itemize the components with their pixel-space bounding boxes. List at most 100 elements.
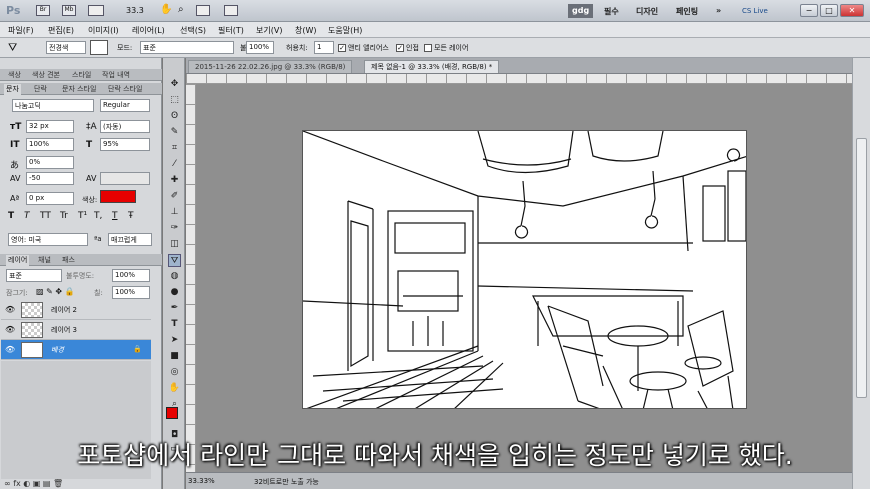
strikethrough-button[interactable]: Ŧ — [128, 211, 134, 221]
workspace-painting[interactable]: 페인팅 — [672, 4, 702, 18]
layer-name[interactable]: 배경 — [51, 345, 64, 355]
tab-layers[interactable]: 레이어 — [6, 255, 30, 266]
eyedropper-icon[interactable]: ⁄ — [168, 158, 181, 171]
tab-character[interactable]: 문자 — [4, 84, 21, 95]
maximize-button[interactable]: □ — [820, 4, 838, 17]
bridge-icon[interactable]: Br — [36, 5, 50, 16]
blend-mode-select[interactable]: 표준 — [6, 269, 62, 282]
status-zoom[interactable]: 33.33% — [188, 477, 215, 485]
all-layers-checkbox[interactable] — [424, 44, 432, 52]
eraser-icon[interactable]: ◫ — [168, 238, 181, 251]
view-extras-icon[interactable] — [88, 5, 104, 16]
move-tool-icon[interactable]: ✥ — [168, 78, 181, 91]
layer-row[interactable]: 👁 레이어 3 — [1, 320, 151, 340]
font-family-select[interactable]: 나눔고딕 — [12, 99, 94, 112]
baseline-input[interactable]: 0 px — [26, 192, 74, 205]
tab-swatches[interactable]: 색상 견본 — [30, 70, 62, 81]
fill-source-select[interactable]: 전경색 — [46, 41, 86, 54]
marquee-tool-icon[interactable]: ⬚ — [168, 94, 181, 107]
small-caps-button[interactable]: Tr — [60, 211, 68, 221]
lock-icons[interactable]: ▨ ✎ ✥ 🔒 — [36, 287, 75, 296]
menu-select[interactable]: 선택(S) — [180, 25, 206, 36]
tolerance-input[interactable]: 1 — [314, 41, 334, 54]
kerning-input[interactable] — [100, 172, 150, 185]
zoom-level[interactable]: 33.3 — [126, 6, 144, 15]
menu-help[interactable]: 도움말(H) — [328, 25, 362, 36]
hand-tool-icon[interactable]: ✋ — [168, 382, 181, 395]
all-caps-button[interactable]: TT — [40, 211, 51, 221]
clone-stamp-icon[interactable]: ⊥ — [168, 206, 181, 219]
workspace-design[interactable]: 디자인 — [632, 4, 662, 18]
arrange-docs-icon[interactable] — [196, 5, 210, 16]
layer-row[interactable]: 👁 레이어 2 — [1, 300, 151, 320]
shape-tool-icon[interactable]: ■ — [168, 350, 181, 363]
font-size-input[interactable]: 32 px — [26, 120, 74, 133]
menu-view[interactable]: 보기(V) — [256, 25, 282, 36]
eye-icon[interactable]: 👁 — [5, 325, 15, 334]
paint-bucket-icon[interactable]: ⛛ — [8, 41, 17, 55]
blur-tool-icon[interactable]: ◍ — [168, 270, 181, 283]
tab-styles[interactable]: 스타일 — [70, 70, 93, 81]
tab-char-style[interactable]: 문자 스타일 — [60, 84, 98, 95]
zoom-tool-icon[interactable]: ⌕ — [178, 4, 184, 15]
doc-tab-untitled[interactable]: 제목 없음-1 @ 33.3% (배경, RGB/8) * — [364, 60, 500, 73]
mode-select[interactable]: 표준 — [140, 41, 234, 54]
layer-row-selected[interactable]: 👁 배경 🔒 — [1, 340, 151, 360]
tab-paragraph[interactable]: 단락 — [32, 84, 49, 95]
font-style-select[interactable]: Regular — [100, 99, 150, 112]
dodge-tool-icon[interactable]: ● — [168, 286, 181, 299]
faux-italic-button[interactable]: T — [24, 211, 30, 221]
layer-name[interactable]: 레이어 3 — [51, 325, 77, 335]
close-button[interactable]: ✕ — [840, 4, 864, 17]
horizontal-scale-input[interactable]: 95% — [100, 138, 150, 151]
antialias-checkbox[interactable]: ✓ — [338, 44, 346, 52]
language-select[interactable]: 영어: 미국 — [8, 233, 88, 246]
text-color-swatch[interactable] — [100, 190, 136, 203]
type-tool-icon[interactable]: T — [168, 318, 181, 331]
tab-para-style[interactable]: 단락 스타일 — [106, 84, 144, 95]
3d-tool-icon[interactable]: ◎ — [168, 366, 181, 379]
doc-tab-photo[interactable]: 2015-11-26 22.02.26.jpg @ 33.3% (RGB/8) — [188, 60, 353, 73]
eye-icon[interactable]: 👁 — [5, 305, 15, 314]
layer-name[interactable]: 레이어 2 — [51, 305, 77, 315]
workspace-essentials[interactable]: 필수 — [600, 4, 623, 18]
fill-input[interactable]: 100% — [112, 286, 150, 299]
minibridge-icon[interactable]: Mb — [62, 5, 76, 16]
vertical-scale-input[interactable]: 100% — [26, 138, 74, 151]
contiguous-checkbox[interactable]: ✓ — [396, 44, 404, 52]
superscript-button[interactable]: T¹ — [78, 211, 87, 221]
workspace-more[interactable]: » — [712, 4, 725, 18]
antialias-select[interactable]: 매끄럽게 — [108, 233, 152, 246]
cs-live-button[interactable]: CS Live — [742, 7, 768, 15]
menu-layer[interactable]: 레이어(L) — [132, 25, 165, 36]
tab-paths[interactable]: 패스 — [60, 255, 77, 266]
vertical-scrollbar[interactable] — [852, 58, 870, 489]
workspace-gdg[interactable]: gdg — [568, 4, 594, 18]
faux-bold-button[interactable]: T — [8, 211, 14, 221]
path-select-icon[interactable]: ➤ — [168, 334, 181, 347]
menu-window[interactable]: 창(W) — [295, 25, 317, 36]
screen-mode-icon[interactable] — [224, 5, 238, 16]
minimize-button[interactable]: − — [800, 4, 818, 17]
tracking-input[interactable]: -50 — [26, 172, 74, 185]
history-brush-icon[interactable]: ✑ — [168, 222, 181, 235]
quick-select-icon[interactable]: ✎ — [168, 126, 181, 139]
brush-tool-icon[interactable]: ✐ — [168, 190, 181, 203]
pen-tool-icon[interactable]: ✒ — [168, 302, 181, 315]
leading-input[interactable]: (자동) — [100, 120, 150, 133]
foreground-color-swatch[interactable] — [166, 407, 178, 419]
subscript-button[interactable]: T, — [94, 211, 102, 221]
tsume-input[interactable]: 0% — [26, 156, 74, 169]
crop-tool-icon[interactable]: ⌗ — [168, 142, 181, 155]
hand-icon[interactable]: ✋ — [160, 4, 172, 15]
tab-color[interactable]: 색상 — [6, 70, 23, 81]
menu-file[interactable]: 파일(F) — [8, 25, 34, 36]
opacity-input[interactable]: 100% — [246, 41, 274, 54]
lasso-tool-icon[interactable]: ʘ — [168, 110, 181, 123]
layer-opacity-input[interactable]: 100% — [112, 269, 150, 282]
healing-brush-icon[interactable]: ✚ — [168, 174, 181, 187]
menu-filter[interactable]: 필터(T) — [218, 25, 244, 36]
canvas-artwork[interactable] — [302, 130, 747, 409]
menu-image[interactable]: 이미지(I) — [88, 25, 119, 36]
pattern-swatch[interactable] — [90, 40, 108, 55]
